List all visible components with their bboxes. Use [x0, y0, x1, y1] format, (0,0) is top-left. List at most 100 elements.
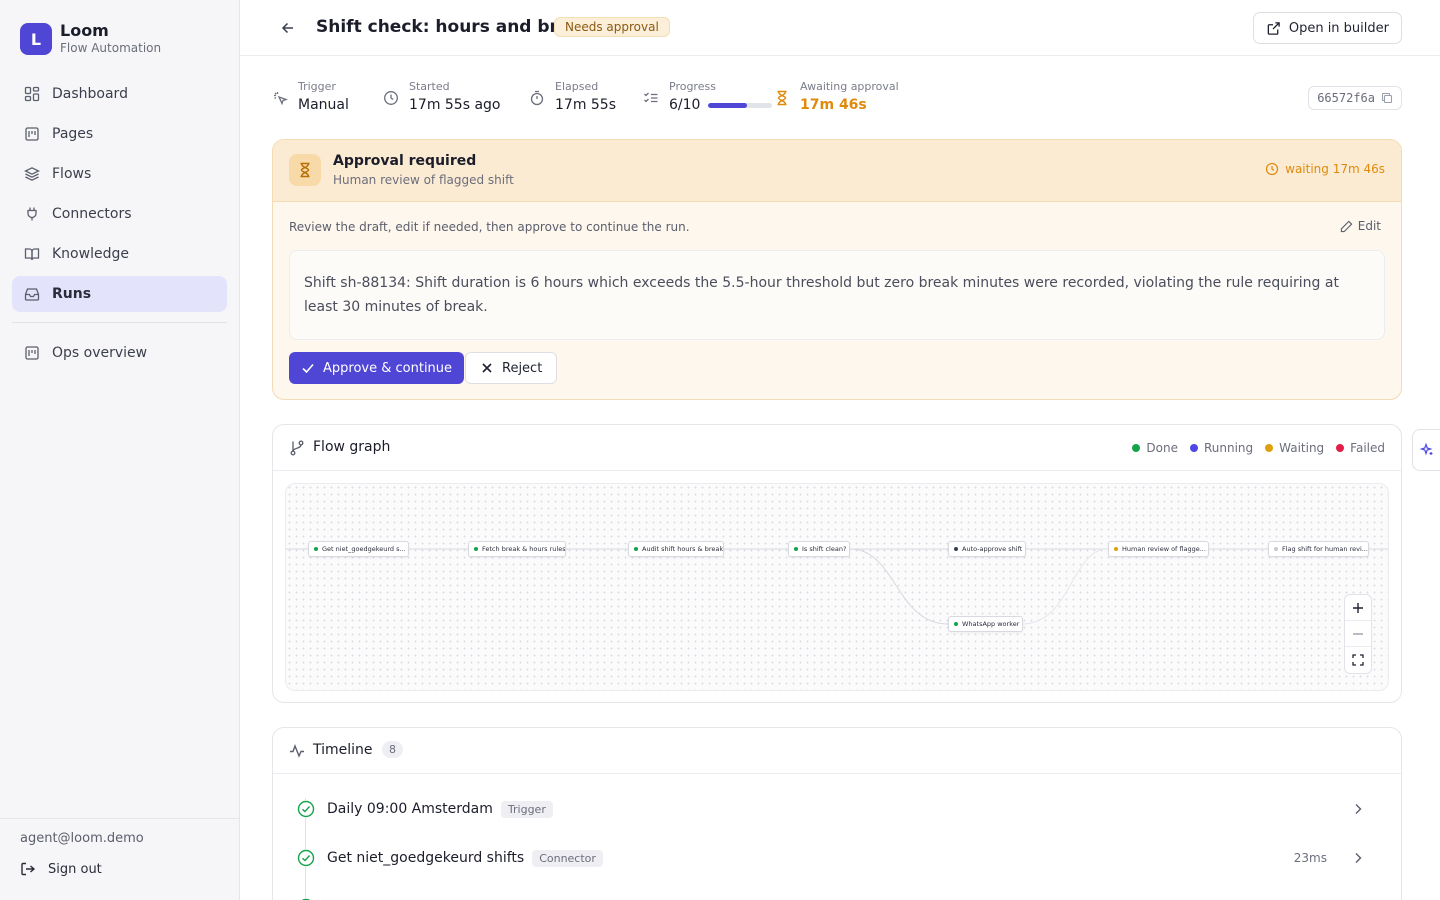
fullscreen-icon: [1352, 654, 1364, 666]
legend-item: Running: [1189, 441, 1254, 455]
node-status-dot: [1114, 547, 1118, 551]
legend-label: Done: [1146, 441, 1178, 455]
stat-value: 17m 55s ago: [409, 97, 501, 113]
node-label: Is shift clean?: [802, 545, 847, 553]
node-label: Audit shift hours & break: [642, 545, 724, 553]
stat-elapsed: Elapsed 17m 55s: [529, 80, 616, 116]
check-circle-icon: [297, 849, 315, 867]
ai-assistant-button[interactable]: [1412, 429, 1440, 471]
legend-item: Waiting: [1265, 441, 1324, 455]
sidebar-footer: agent@loom.demo Sign out: [0, 818, 239, 900]
hourglass-icon: [777, 90, 787, 106]
approval-draft-text[interactable]: Shift sh-88134: Shift duration is 6 hour…: [289, 250, 1385, 340]
inbox-icon: [24, 288, 40, 301]
legend-dot: [1132, 444, 1141, 452]
stat-label: Elapsed: [555, 80, 599, 93]
stat-value: 17m 55s: [555, 97, 617, 113]
legend-dot: [1265, 444, 1274, 452]
timeline-card: Timeline 8 Daily 09:00 Amsterdam Trigger…: [272, 727, 1402, 900]
node-status-dot: [794, 547, 798, 551]
sidebar-item-runs[interactable]: Runs: [12, 276, 227, 312]
progress-bar-fill: [708, 102, 747, 108]
node-label: Human review of flagge...: [1122, 545, 1206, 553]
flow-node[interactable]: Human review of flagge...: [1108, 541, 1209, 557]
flow-node[interactable]: Auto-approve shift: [948, 541, 1026, 557]
sidebar-item-label: Knowledge: [52, 246, 129, 262]
book-icon: [24, 248, 40, 261]
run-id: 66572f6a: [1317, 91, 1375, 105]
timeline-row[interactable]: [297, 892, 1365, 900]
zoom-controls: [1344, 594, 1372, 674]
copy-icon[interactable]: [1381, 92, 1393, 104]
external-link-icon: [1267, 21, 1280, 35]
fit-view-button[interactable]: [1345, 647, 1371, 673]
legend-label: Failed: [1350, 441, 1385, 455]
sparkle-icon: [1419, 443, 1433, 456]
clock-icon: [1265, 162, 1279, 176]
sidebar-item-label: Ops overview: [52, 345, 148, 361]
flow-edges: [286, 548, 1388, 625]
chevron-right-icon[interactable]: [1351, 851, 1365, 865]
timeline-row[interactable]: Get niet_goedgekeurd shifts Connector 23…: [297, 843, 1365, 873]
sidebar-item-flows[interactable]: Flows: [12, 156, 227, 192]
approval-waiting-text: waiting 17m 46s: [1285, 162, 1385, 176]
run-id-badge[interactable]: 66572f6a: [1308, 86, 1402, 110]
edit-draft-button[interactable]: Edit: [1340, 219, 1381, 233]
dashboard-icon: [24, 86, 40, 102]
open-in-builder-button[interactable]: Open in builder: [1252, 12, 1402, 44]
brand[interactable]: L Loom Flow Automation: [20, 22, 161, 56]
plus-icon: [1353, 602, 1363, 613]
timer-icon: [530, 90, 544, 106]
main-content: Shift check: hours and breaks Needs appr…: [240, 0, 1440, 900]
stat-started: Started 17m 55s ago: [383, 80, 501, 116]
flow-node[interactable]: Get niet_goedgekeurd s...: [308, 541, 409, 557]
timeline-header: Timeline 8: [273, 728, 1401, 774]
timeline-count-badge: 8: [382, 741, 403, 758]
legend-dot: [1336, 444, 1345, 452]
flow-node[interactable]: WhatsApp worker: [948, 616, 1023, 632]
pointer-click-icon: [274, 92, 288, 106]
plug-icon: [27, 207, 37, 221]
legend-item: Done: [1132, 441, 1178, 455]
legend-item: Failed: [1336, 441, 1385, 455]
progress-bar: [708, 102, 773, 108]
flow-node[interactable]: Is shift clean?: [788, 541, 850, 557]
sign-out-button[interactable]: Sign out: [20, 861, 102, 877]
zoom-out-button[interactable]: [1345, 621, 1371, 647]
stat-label: Trigger: [298, 80, 336, 93]
brand-name: Loom: [60, 21, 109, 40]
status-badge: Needs approval: [554, 17, 670, 37]
sidebar: L Loom Flow Automation Dashboard Pages F…: [0, 0, 240, 900]
clock-icon: [384, 91, 398, 105]
sidebar-item-knowledge[interactable]: Knowledge: [12, 236, 227, 272]
check-circle-icon: [297, 800, 315, 818]
sidebar-divider: [12, 322, 227, 323]
timeline-row[interactable]: Daily 09:00 Amsterdam Trigger: [297, 794, 1365, 824]
zoom-in-button[interactable]: [1345, 595, 1371, 621]
flow-node[interactable]: Audit shift hours & break: [628, 541, 724, 557]
flow-node[interactable]: Flag shift for human revi...: [1268, 541, 1369, 557]
git-branch-icon: [290, 440, 304, 456]
sidebar-item-pages[interactable]: Pages: [12, 116, 227, 152]
reject-button[interactable]: Reject: [465, 352, 558, 384]
sidebar-item-dashboard[interactable]: Dashboard: [12, 76, 227, 112]
stat-progress: Progress 6/10: [643, 80, 773, 116]
flow-node[interactable]: Fetch break & hours rules: [468, 541, 566, 557]
sign-out-icon: [21, 862, 36, 876]
sidebar-item-label: Pages: [52, 126, 94, 142]
node-label: WhatsApp worker: [962, 620, 1020, 628]
close-icon: [482, 363, 492, 373]
approve-continue-button[interactable]: Approve & continue: [289, 352, 465, 384]
sidebar-item-connectors[interactable]: Connectors: [12, 196, 227, 232]
stat-label: Started: [409, 80, 450, 93]
sidebar-item-ops-overview[interactable]: Ops overview: [12, 335, 227, 371]
chevron-right-icon[interactable]: [1351, 802, 1365, 816]
pencil-icon: [1340, 220, 1353, 232]
node-label: Auto-approve shift: [962, 545, 1023, 553]
flow-canvas[interactable]: Get niet_goedgekeurd s... Fetch break & …: [285, 483, 1389, 691]
check-icon: [302, 363, 314, 374]
legend-label: Waiting: [1279, 441, 1325, 455]
activity-icon: [290, 744, 304, 758]
back-arrow-icon[interactable]: [278, 18, 298, 38]
legend-label: Running: [1203, 441, 1254, 455]
